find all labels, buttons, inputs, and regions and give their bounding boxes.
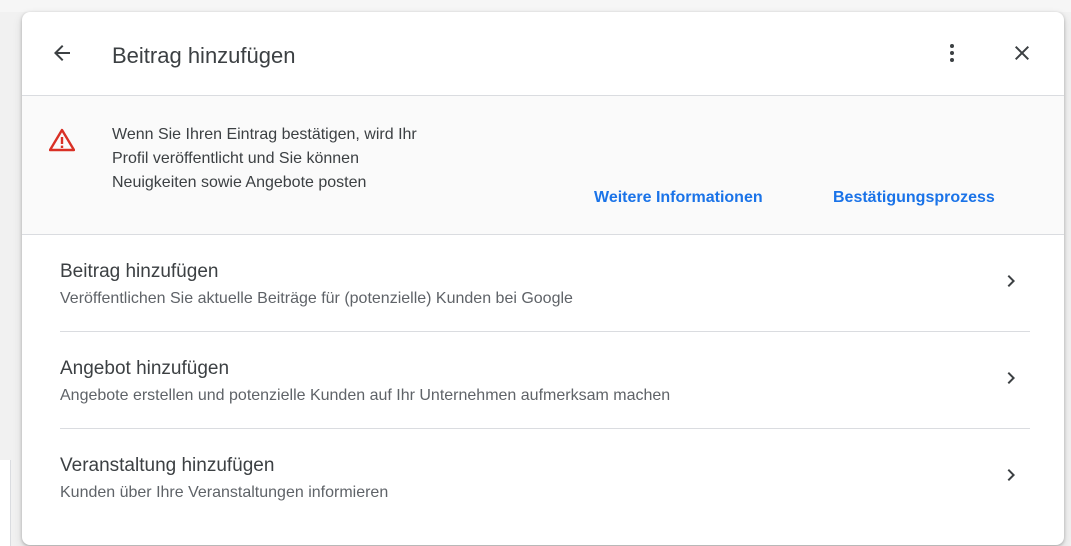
verification-notice: Wenn Sie Ihren Eintrag bestätigen, wird … bbox=[22, 96, 1064, 235]
option-title: Angebot hinzufügen bbox=[60, 358, 230, 379]
back-button[interactable] bbox=[46, 37, 78, 69]
warning-icon bbox=[49, 128, 75, 152]
close-icon bbox=[1015, 46, 1029, 60]
notice-line: Wenn Sie Ihren Eintrag bestätigen, wird … bbox=[112, 126, 417, 143]
notice-text: Wenn Sie Ihren Eintrag bestätigen, wird … bbox=[112, 123, 532, 195]
chevron-right-icon bbox=[1007, 275, 1015, 287]
notice-line: Neuigkeiten sowie Angebote posten bbox=[112, 174, 367, 191]
more-options-button[interactable] bbox=[936, 37, 968, 69]
option-description: Veröffentlichen Sie aktuelle Beiträge fü… bbox=[60, 290, 573, 307]
option-description: Kunden über Ihre Veranstaltungen informi… bbox=[60, 484, 389, 501]
close-button[interactable] bbox=[1006, 37, 1038, 69]
chevron-right-icon bbox=[1007, 469, 1015, 481]
notice-line: Profil veröffentlicht und Sie können bbox=[112, 150, 359, 167]
option-description: Angebote erstellen und potenzielle Kunde… bbox=[60, 387, 671, 404]
arrow-back-icon bbox=[54, 45, 70, 61]
more-vert-icon bbox=[950, 44, 954, 62]
dialog-header: Beitrag hinzufügen bbox=[22, 12, 1064, 96]
verification-process-link[interactable]: Bestätigungsprozess bbox=[833, 187, 995, 209]
backdrop-toolbar bbox=[0, 0, 1071, 12]
option-title: Beitrag hinzufügen bbox=[60, 261, 219, 282]
add-post-dialog: Beitrag hinzufügen Wenn Sie Ihren Eintra… bbox=[22, 12, 1064, 545]
option-add-post[interactable]: Beitrag hinzufügen Veröffentlichen Sie a… bbox=[22, 235, 1064, 332]
chevron-right-icon bbox=[1007, 372, 1015, 384]
option-title: Veranstaltung hinzufügen bbox=[60, 455, 275, 476]
background-panel-edge bbox=[0, 460, 11, 546]
option-add-event[interactable]: Veranstaltung hinzufügen Kunden über Ihr… bbox=[22, 429, 1064, 526]
option-add-offer[interactable]: Angebot hinzufügen Angebote erstellen un… bbox=[22, 332, 1064, 429]
more-info-link[interactable]: Weitere Informationen bbox=[594, 187, 763, 209]
dialog-title: Beitrag hinzufügen bbox=[112, 43, 296, 68]
